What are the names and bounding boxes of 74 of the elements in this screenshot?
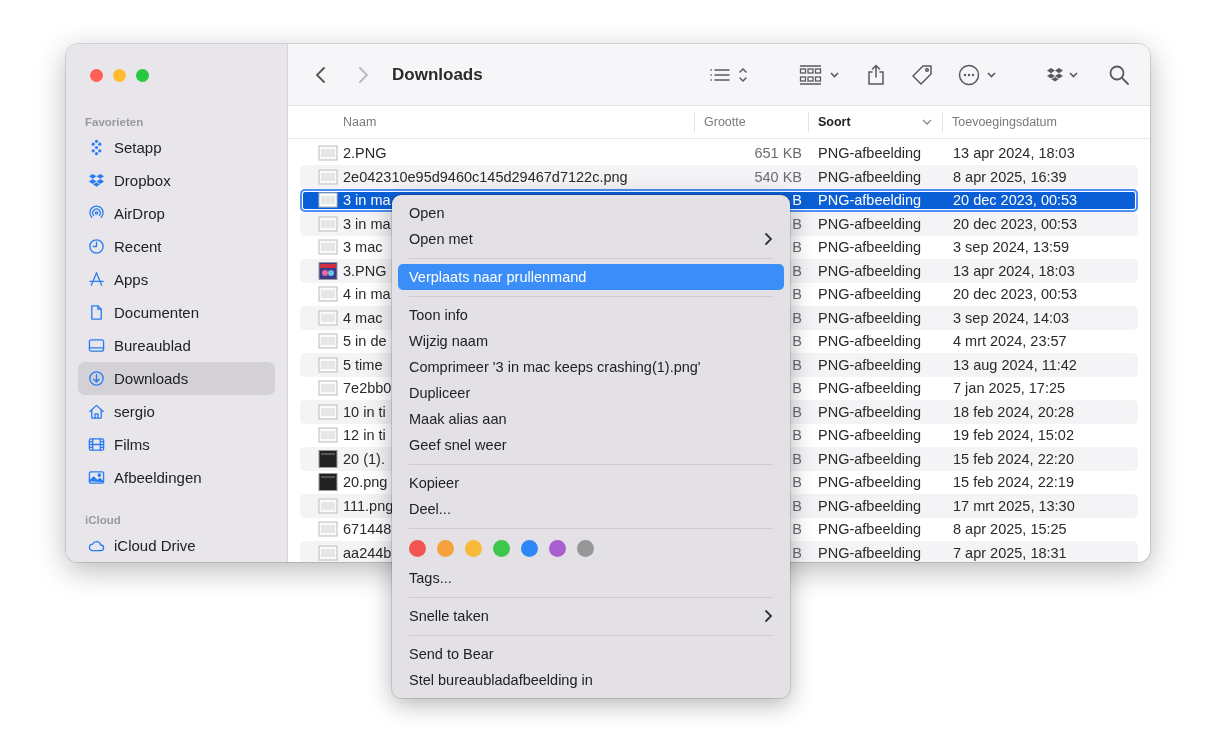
date-added: 13 apr 2024, 18:03 <box>952 145 1076 162</box>
file-name: 7e2bb0 <box>343 380 392 397</box>
sidebar-heading: iCloud <box>84 513 122 528</box>
file-size: B <box>791 333 803 350</box>
file-name: 3.PNG <box>343 262 387 279</box>
file-name: 2e042310e95d9460c145d29467d7122c.png <box>343 168 628 185</box>
file-size: B <box>791 215 803 232</box>
file-type: PNG-afbeelding <box>817 497 923 514</box>
date-added: 8 apr 2025, 16:39 <box>952 168 1068 185</box>
file-type: PNG-afbeelding <box>817 474 923 491</box>
file-name: 3 in ma <box>343 215 391 232</box>
file-type: PNG-afbeelding <box>817 262 923 279</box>
file-size: B <box>791 239 803 256</box>
file-name: 5 time <box>343 356 383 373</box>
file-type: PNG-afbeelding <box>817 427 923 444</box>
file-name: 4 in ma <box>343 286 391 303</box>
file-name: 3 in ma <box>343 192 391 209</box>
file-type: PNG-afbeelding <box>817 192 923 209</box>
file-name: 2.PNG <box>343 145 387 162</box>
file-size: B <box>791 403 803 420</box>
file-type: PNG-afbeelding <box>817 309 923 326</box>
file-type: PNG-afbeelding <box>817 356 923 373</box>
date-added: 15 feb 2024, 22:19 <box>952 474 1075 491</box>
file-name: 111.png <box>343 497 394 514</box>
date-added: 20 dec 2023, 00:53 <box>952 286 1079 303</box>
date-added: 20 dec 2023, 00:53 <box>952 215 1079 232</box>
file-name: aa244b <box>343 544 392 561</box>
date-added: 15 feb 2024, 22:20 <box>952 450 1075 467</box>
sidebar-heading: Favorieten <box>84 115 145 130</box>
file-type: PNG-afbeelding <box>817 239 923 256</box>
date-added: 4 mrt 2024, 23:57 <box>952 333 1068 350</box>
file-name: 671448 <box>343 521 392 538</box>
file-size: B <box>791 192 803 209</box>
file-size: B <box>791 262 803 279</box>
file-type: PNG-afbeelding <box>817 403 923 420</box>
file-size: B <box>791 309 803 326</box>
date-added: 7 apr 2025, 18:31 <box>952 544 1068 561</box>
file-size: B <box>791 450 803 467</box>
window-title: Downloads <box>392 64 483 85</box>
file-type: PNG-afbeelding <box>817 145 923 162</box>
file-size: 651 KB <box>753 145 803 162</box>
date-added: 19 feb 2024, 15:02 <box>952 427 1075 444</box>
file-size: B <box>791 474 803 491</box>
date-added: 13 apr 2024, 18:03 <box>952 262 1076 279</box>
file-size: B <box>791 497 803 514</box>
date-added: 8 apr 2025, 15:25 <box>952 521 1068 538</box>
file-name: 10 in ti <box>343 403 386 420</box>
file-type: PNG-afbeelding <box>817 450 923 467</box>
file-type: PNG-afbeelding <box>817 521 923 538</box>
date-added: 17 mrt 2025, 13:30 <box>952 497 1076 514</box>
file-name: 12 in ti <box>343 427 386 444</box>
file-size: B <box>791 544 803 561</box>
date-added: 18 feb 2024, 20:28 <box>952 403 1075 420</box>
file-type: PNG-afbeelding <box>817 286 923 303</box>
file-name: 4 mac <box>343 309 383 326</box>
date-added: 3 sep 2024, 13:59 <box>952 239 1071 256</box>
file-type: PNG-afbeelding <box>817 380 923 397</box>
file-name: 20.png <box>343 474 388 491</box>
file-size: B <box>791 286 803 303</box>
file-name: 20 (1). <box>343 450 385 467</box>
file-size: 540 KB <box>753 168 803 185</box>
file-size: B <box>791 521 803 538</box>
date-added: 7 jan 2025, 17:25 <box>952 380 1067 397</box>
file-type: PNG-afbeelding <box>817 544 923 561</box>
file-size: B <box>791 427 803 444</box>
date-added: 13 aug 2024, 11:42 <box>952 356 1078 373</box>
file-name: 5 in de <box>343 333 387 350</box>
file-type: PNG-afbeelding <box>817 168 923 185</box>
date-added: 20 dec 2023, 00:53 <box>952 192 1079 209</box>
file-type: PNG-afbeelding <box>817 215 923 232</box>
file-size: B <box>791 380 803 397</box>
date-added: 3 sep 2024, 14:03 <box>952 309 1071 326</box>
file-type: PNG-afbeelding <box>817 333 923 350</box>
file-name: 3 mac <box>343 239 383 256</box>
